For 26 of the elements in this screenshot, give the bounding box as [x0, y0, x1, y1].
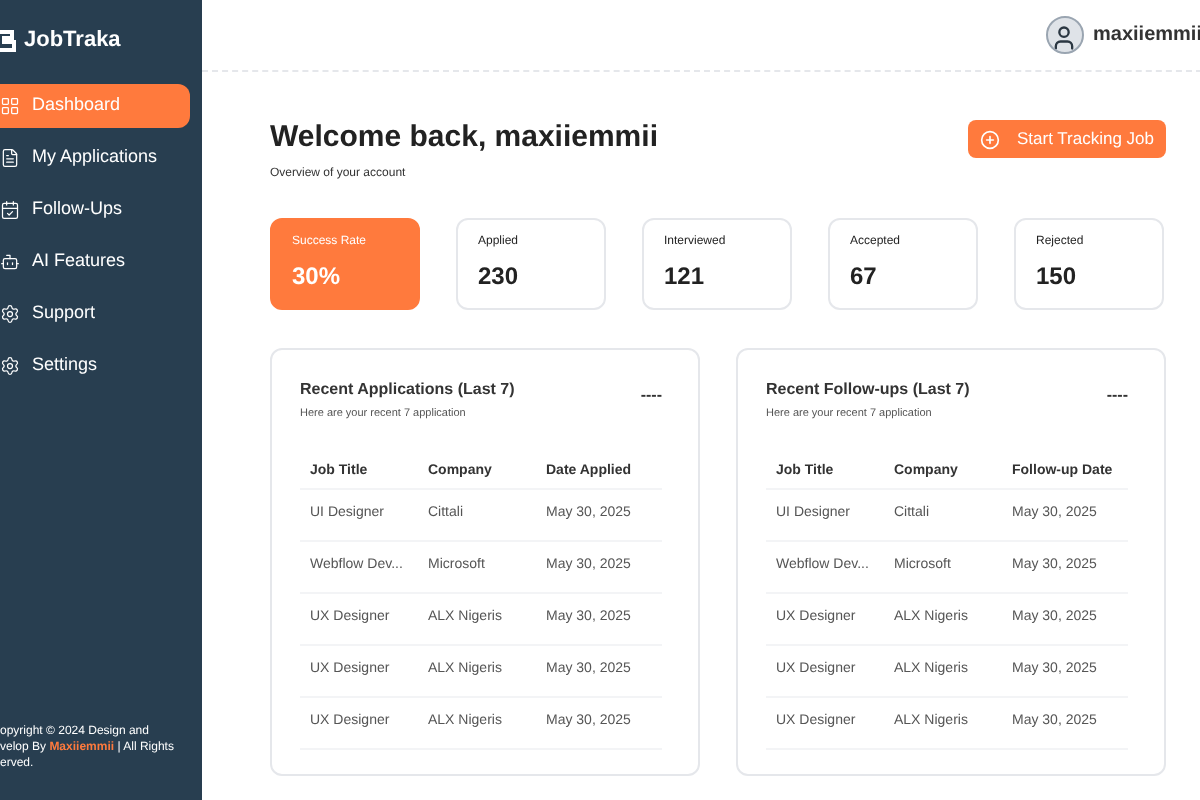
sidebar-item[interactable]: My Applications	[0, 136, 190, 180]
document-icon	[0, 148, 20, 168]
stat-value: 150	[1036, 259, 1079, 293]
welcome-title: Welcome back, maxiiemmii	[270, 118, 658, 158]
logo-icon	[0, 28, 16, 52]
sidebar-item[interactable]: Support	[0, 292, 190, 336]
more-button[interactable]: ----	[1106, 387, 1128, 403]
gear-icon	[0, 356, 20, 376]
username: maxiiemmii	[1093, 22, 1200, 50]
sidebar-item[interactable]: Settings	[0, 344, 190, 388]
stat-value: 67	[850, 259, 879, 293]
more-button[interactable]: ----	[640, 387, 662, 403]
plus-icon	[980, 129, 1001, 149]
stat-value: 30%	[292, 259, 343, 293]
card-title: Recent Follow-ups (Last 7)	[766, 377, 970, 401]
stat-value: 121	[664, 259, 707, 293]
grid-icon	[0, 96, 20, 116]
calendar-icon	[0, 200, 20, 220]
sidebar-item[interactable]: AI Features	[0, 240, 190, 284]
gear-icon	[0, 304, 20, 324]
sidebar-item[interactable]: Follow-Ups	[0, 188, 190, 232]
card-title: Recent Applications (Last 7)	[300, 377, 515, 401]
brand-name: JobTraka	[24, 25, 121, 56]
stat-value: 230	[478, 259, 521, 293]
avatar-icon[interactable]	[1045, 16, 1084, 54]
robot-icon	[0, 252, 20, 272]
